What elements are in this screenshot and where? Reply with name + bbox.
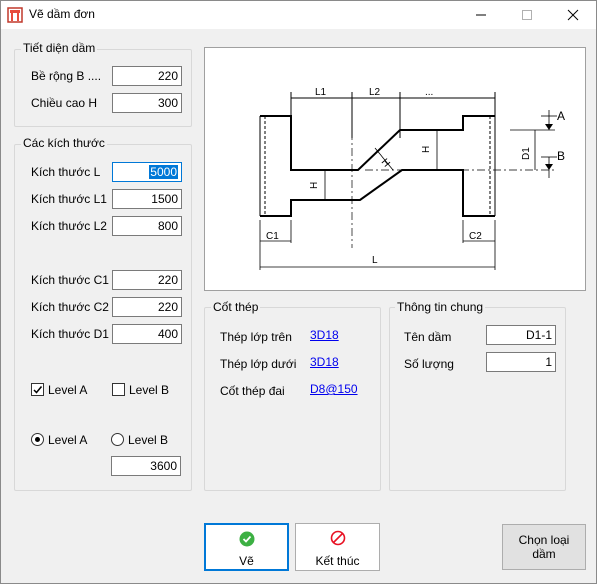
height-label: Chiều cao H — [31, 96, 98, 110]
width-label: Bề rộng B .... — [31, 69, 102, 83]
choose-beam-type-label: Chọn loại dầm — [518, 533, 570, 561]
level-b-checkbox-label: Level B — [129, 383, 170, 397]
rebar-top-label: Thép lớp trên — [220, 330, 292, 344]
rebar-top-link[interactable]: 3D18 — [310, 328, 339, 342]
label-h-1: H — [309, 182, 320, 189]
rebar-bottom-label: Thép lớp dưới — [220, 357, 297, 371]
section-group-title: Tiết diện dầm — [21, 41, 98, 55]
level-b-checkbox[interactable] — [112, 383, 125, 396]
dim-c2-input[interactable]: 220 — [112, 297, 182, 317]
minimize-button[interactable] — [458, 1, 504, 29]
beam-diagram: L1 L2 ... H H H A B D1 C1 C2 L — [259, 87, 565, 270]
level-b-radio-label: Level B — [128, 433, 169, 447]
level-a-radio-label: Level A — [48, 433, 88, 447]
main-window: Vẽ dầm đơn Tiết diện dầm Bề rộng B .... … — [0, 0, 597, 584]
exit-button[interactable]: Kết thúc — [295, 523, 380, 571]
general-group-title: Thông tin chung — [395, 300, 486, 314]
level-b-radio[interactable] — [111, 433, 124, 446]
close-icon — [567, 9, 579, 21]
label-c1: C1 — [266, 231, 279, 242]
dim-c1-input[interactable]: 220 — [112, 270, 182, 290]
draw-button[interactable]: Vẽ — [204, 523, 289, 571]
close-button[interactable] — [550, 1, 596, 29]
dim-c2-label: Kích thước C2 — [31, 300, 109, 314]
quantity-label: Số lượng — [404, 357, 454, 371]
label-h-2: H — [421, 146, 432, 153]
label-l1: L1 — [315, 87, 327, 98]
rebar-stirrup-link[interactable]: D8@150 — [310, 382, 358, 396]
beam-name-label: Tên dầm — [404, 330, 452, 344]
level-a-checkbox[interactable] — [31, 383, 44, 396]
dim-c1-label: Kích thước C1 — [31, 273, 109, 287]
label-l: L — [372, 255, 378, 266]
label-h-3: H — [379, 157, 392, 170]
beam-name-input[interactable]: D1-1 — [486, 325, 556, 345]
choose-beam-type-button[interactable]: Chọn loại dầm — [502, 524, 586, 570]
level-a-radio[interactable] — [31, 433, 44, 446]
dim-d1-label: Kích thước D1 — [31, 327, 109, 341]
exit-button-label: Kết thúc — [315, 554, 360, 568]
minimize-icon — [476, 14, 486, 16]
dim-l-label: Kích thước L — [31, 165, 101, 179]
section-group — [14, 49, 192, 127]
no-entry-icon — [330, 530, 346, 546]
label-dots: ... — [425, 87, 433, 98]
label-a: A — [557, 109, 565, 123]
level-value-input[interactable]: 3600 — [111, 456, 181, 476]
dim-d1-input[interactable]: 400 — [112, 324, 182, 344]
draw-button-label: Vẽ — [239, 554, 254, 568]
height-input[interactable]: 300 — [112, 93, 182, 113]
label-d1: D1 — [521, 147, 532, 160]
rebar-group-title: Cốt thép — [211, 300, 261, 314]
checkmark-icon — [33, 386, 43, 394]
beam-drawing: L1 L2 ... H H H A B D1 C1 C2 L — [204, 47, 586, 291]
dim-l-input[interactable]: 5000 — [112, 162, 182, 182]
quantity-input[interactable]: 1 — [486, 352, 556, 372]
title-bar: Vẽ dầm đơn — [1, 1, 596, 29]
dim-l2-input[interactable]: 800 — [112, 216, 182, 236]
level-a-checkbox-label: Level A — [48, 383, 88, 397]
rebar-stirrup-label: Cốt thép đai — [220, 384, 285, 398]
dim-l2-label: Kích thước L2 — [31, 219, 107, 233]
width-input[interactable]: 220 — [112, 66, 182, 86]
dim-l1-label: Kích thước L1 — [31, 192, 107, 206]
maximize-icon — [522, 10, 532, 20]
window-title: Vẽ dầm đơn — [29, 7, 95, 21]
app-icon — [7, 7, 23, 23]
maximize-button — [504, 1, 550, 29]
label-c2: C2 — [469, 231, 482, 242]
check-circle-icon — [239, 531, 255, 547]
dim-l1-input[interactable]: 1500 — [112, 189, 182, 209]
label-b: B — [557, 149, 565, 163]
rebar-bottom-link[interactable]: 3D18 — [310, 355, 339, 369]
dim-l-value: 5000 — [149, 165, 178, 179]
label-l2: L2 — [369, 87, 381, 98]
dimensions-group-title: Các kích thước — [21, 136, 107, 150]
